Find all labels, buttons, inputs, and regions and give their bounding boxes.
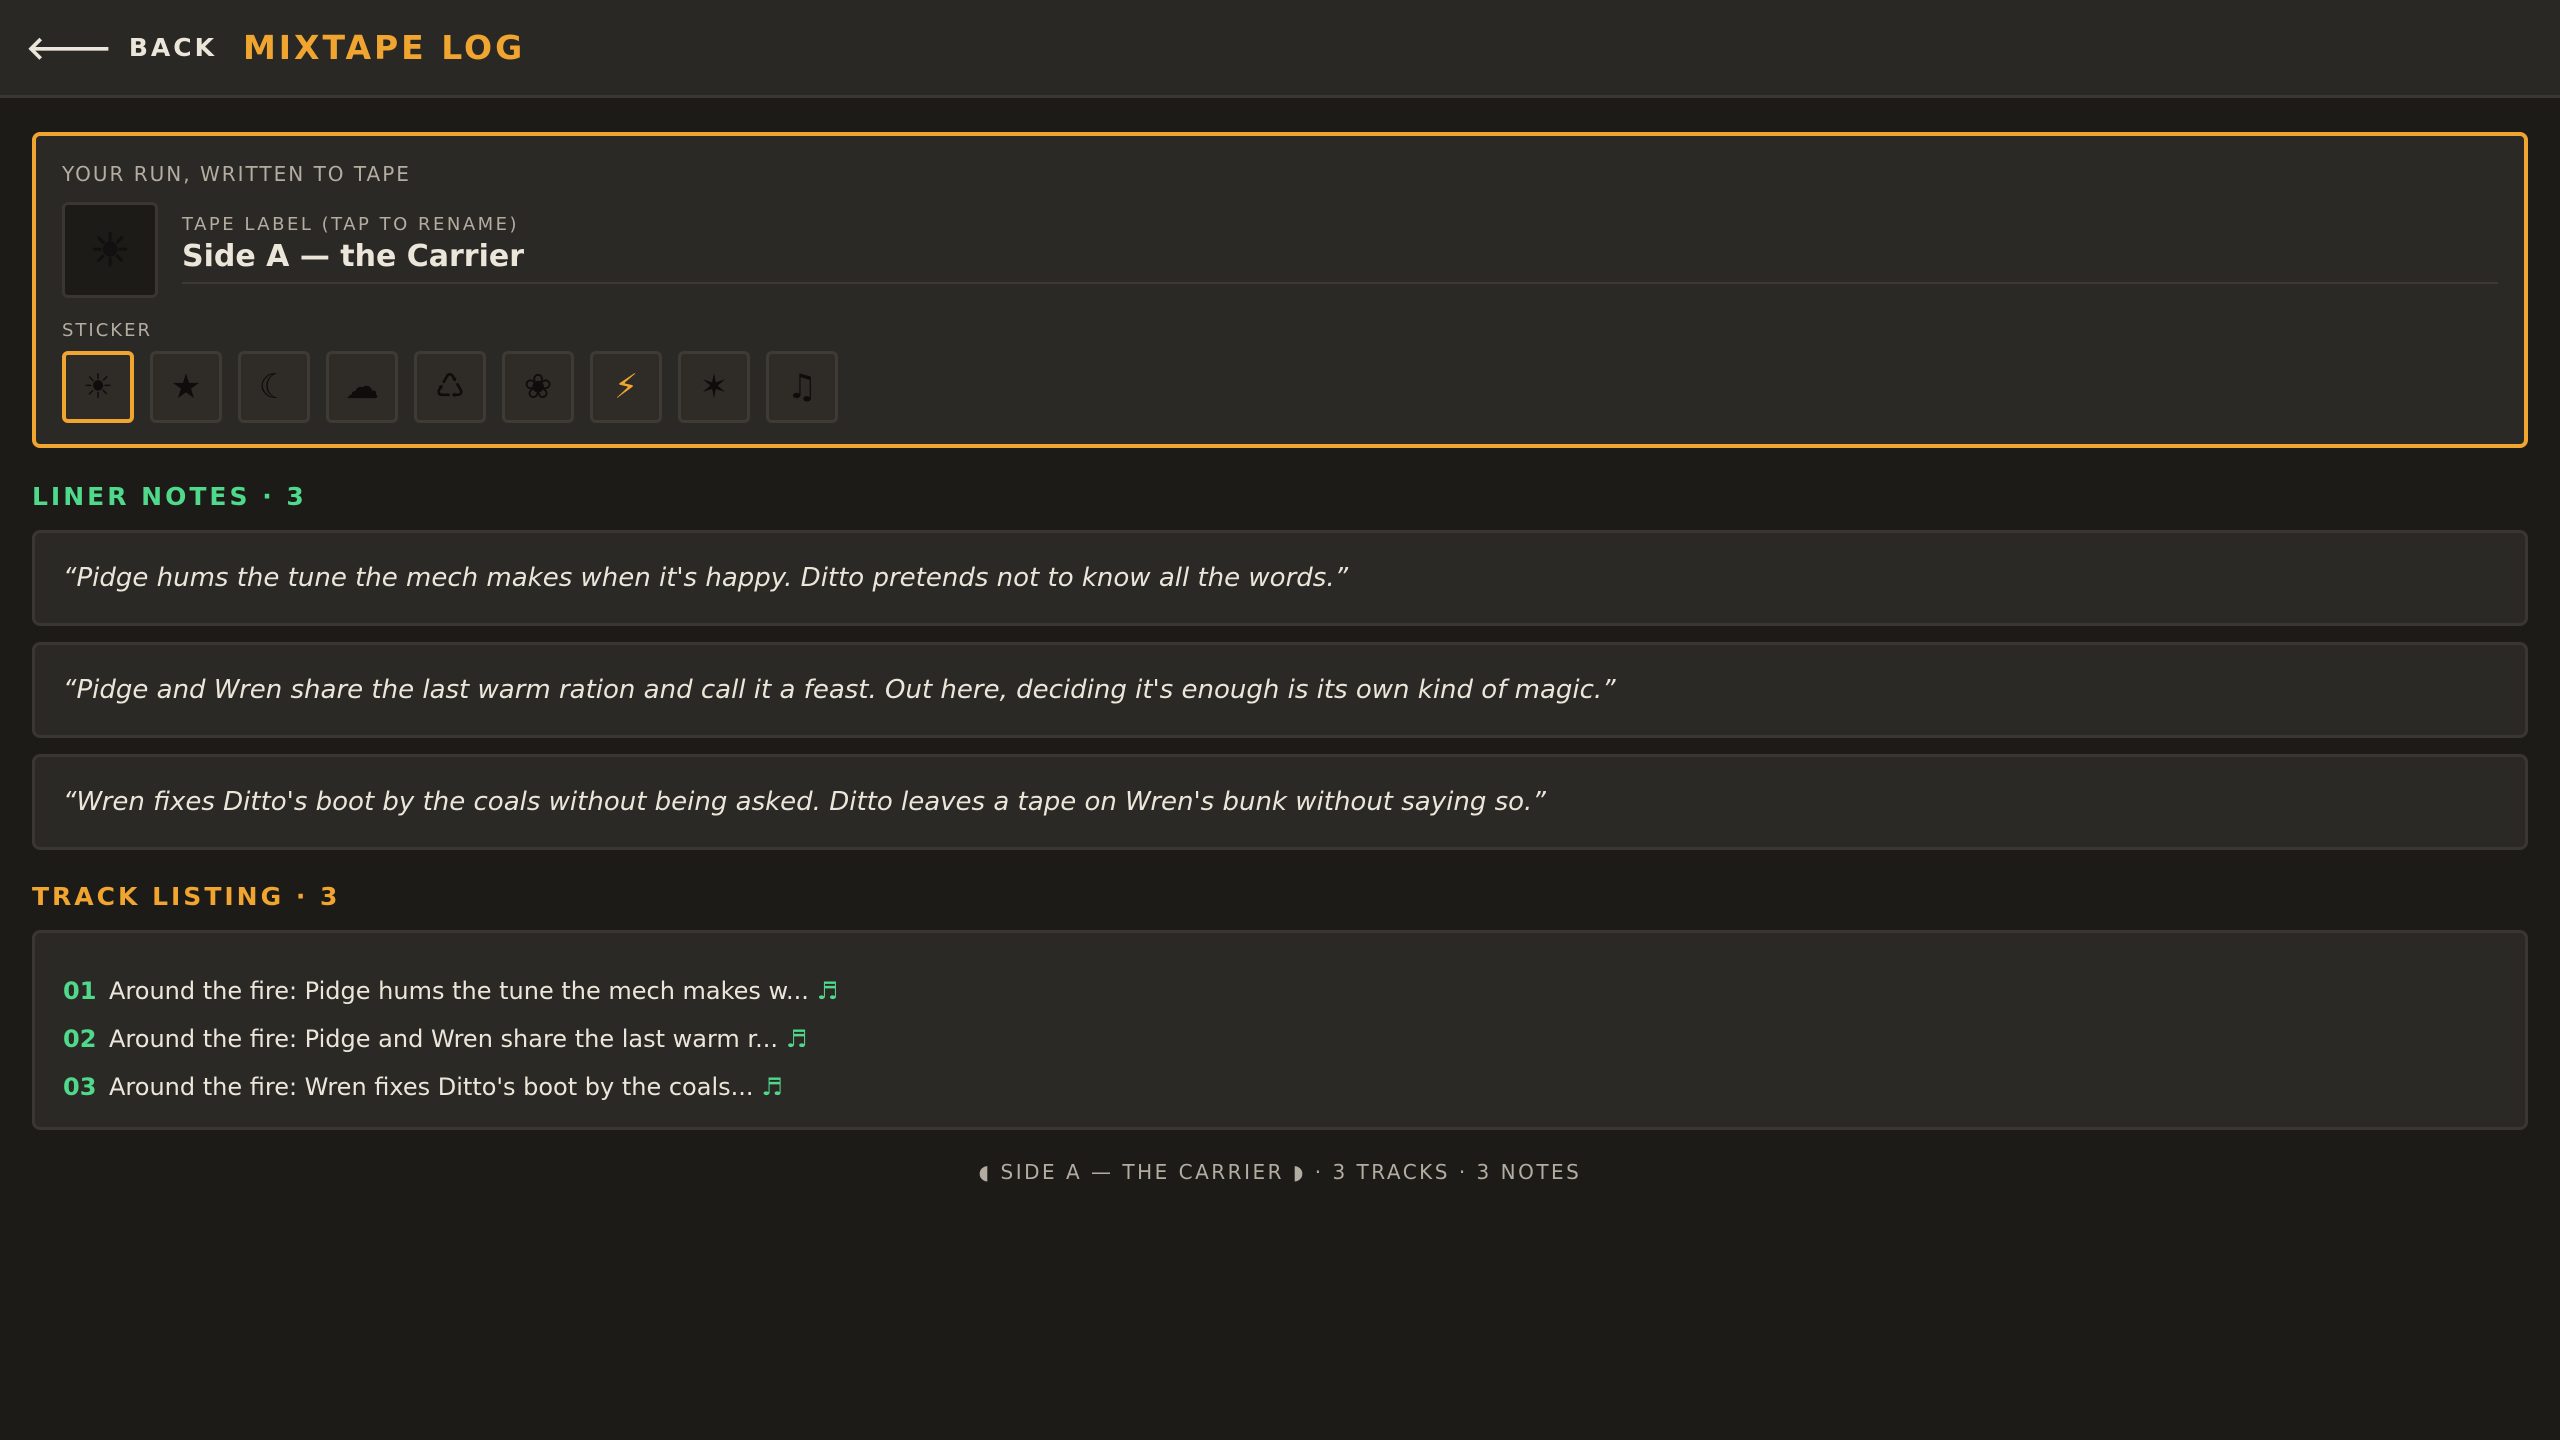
sticker-music-note-button[interactable]: ♫ bbox=[766, 351, 838, 423]
sticker-recycle-button[interactable]: ♺ bbox=[414, 351, 486, 423]
sticker-flower-button[interactable]: ❀ bbox=[502, 351, 574, 423]
track-listing-heading: TRACK LISTING · 3 bbox=[32, 882, 341, 911]
sticker-cloud-button[interactable]: ☁ bbox=[326, 351, 398, 423]
track-title: Around the fire: Wren fixes Ditto's boot… bbox=[109, 1073, 754, 1101]
tape-heading: YOUR RUN, WRITTEN TO TAPE bbox=[62, 162, 411, 186]
liner-note-card: “Pidge hums the tune the mech makes when… bbox=[32, 530, 2528, 626]
tape-label-row: ☀ TAPE LABEL (TAP TO RENAME) Side A — th… bbox=[62, 202, 2498, 298]
sticker-bolt-button[interactable]: ⚡ bbox=[590, 351, 662, 423]
sticker-caption: STICKER bbox=[62, 320, 152, 341]
liner-notes-heading: LINER NOTES · 3 bbox=[32, 482, 307, 511]
sticker-picker: ☀ ★ ☾ ☁ ♺ ❀ ⚡ ✶ ♫ bbox=[62, 351, 2498, 423]
sticker-sparkle-button[interactable]: ✶ bbox=[678, 351, 750, 423]
back-button[interactable]: 🡐 BACK bbox=[26, 32, 217, 64]
track-row[interactable]: 03 Around the fire: Wren fixes Ditto's b… bbox=[63, 1063, 2497, 1111]
track-title: Around the fire: Pidge hums the tune the… bbox=[109, 977, 809, 1005]
tape-label-input[interactable]: Side A — the Carrier bbox=[182, 239, 2498, 274]
tape-summary-footer: ◖ SIDE A — THE CARRIER ◗ · 3 TRACKS · 3 … bbox=[978, 1160, 1582, 1184]
page-title: MIXTAPE LOG bbox=[242, 28, 526, 67]
sticker-sun-button[interactable]: ☀ bbox=[62, 351, 134, 423]
tape-label-field[interactable]: TAPE LABEL (TAP TO RENAME) Side A — the … bbox=[182, 202, 2498, 284]
top-bar: 🡐 BACK MIXTAPE LOG bbox=[0, 0, 2560, 98]
sticker-preview-sun-icon: ☀ bbox=[62, 202, 158, 298]
sticker-moon-button[interactable]: ☾ bbox=[238, 351, 310, 423]
track-row[interactable]: 01 Around the fire: Pidge hums the tune … bbox=[63, 967, 2497, 1015]
track-title: Around the fire: Pidge and Wren share th… bbox=[109, 1025, 778, 1053]
music-note-icon: ♬ bbox=[761, 1073, 784, 1101]
tape-label-caption: TAPE LABEL (TAP TO RENAME) bbox=[182, 214, 520, 235]
track-number: 01 bbox=[63, 977, 97, 1005]
back-arrow-icon: 🡐 bbox=[26, 28, 115, 67]
tape-panel: YOUR RUN, WRITTEN TO TAPE ☀ TAPE LABEL (… bbox=[32, 132, 2528, 448]
track-number: 03 bbox=[63, 1073, 97, 1101]
liner-note-card: “Wren fixes Ditto's boot by the coals wi… bbox=[32, 754, 2528, 850]
music-note-icon: ♬ bbox=[785, 1025, 808, 1053]
track-number: 02 bbox=[63, 1025, 97, 1053]
back-button-label: BACK bbox=[128, 33, 217, 62]
music-note-icon: ♬ bbox=[816, 977, 839, 1005]
sticker-star-button[interactable]: ★ bbox=[150, 351, 222, 423]
liner-note-card: “Pidge and Wren share the last warm rati… bbox=[32, 642, 2528, 738]
track-row[interactable]: 02 Around the fire: Pidge and Wren share… bbox=[63, 1015, 2497, 1063]
track-listing-panel: 01 Around the fire: Pidge hums the tune … bbox=[32, 930, 2528, 1130]
